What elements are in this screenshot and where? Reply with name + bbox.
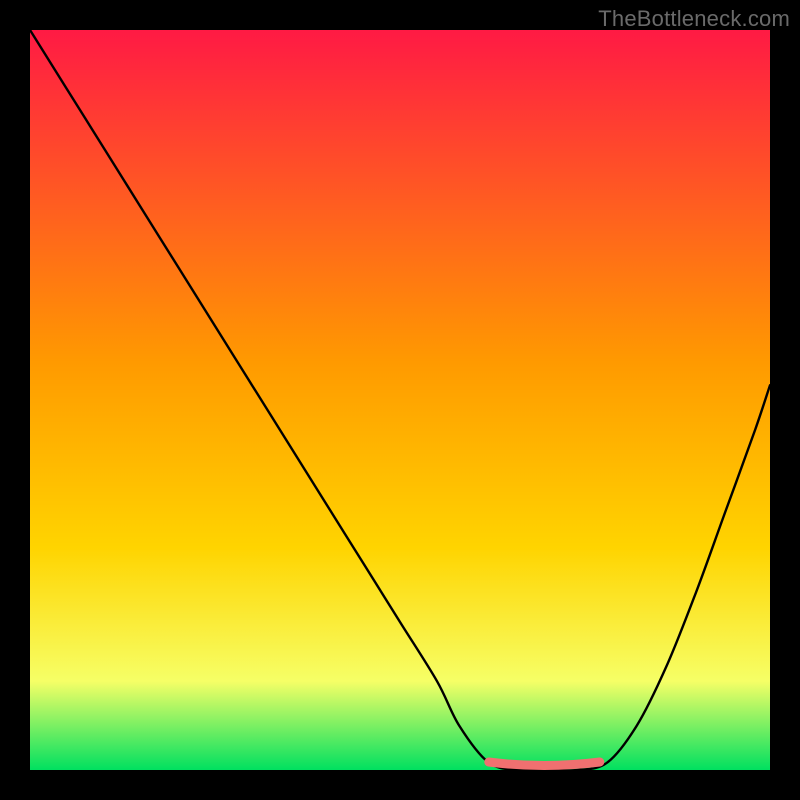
optimal-range-marker <box>489 762 600 766</box>
watermark-text: TheBottleneck.com <box>598 6 790 32</box>
gradient-background <box>30 30 770 770</box>
plot-area <box>30 30 770 770</box>
chart-stage: TheBottleneck.com <box>0 0 800 800</box>
bottleneck-chart <box>30 30 770 770</box>
